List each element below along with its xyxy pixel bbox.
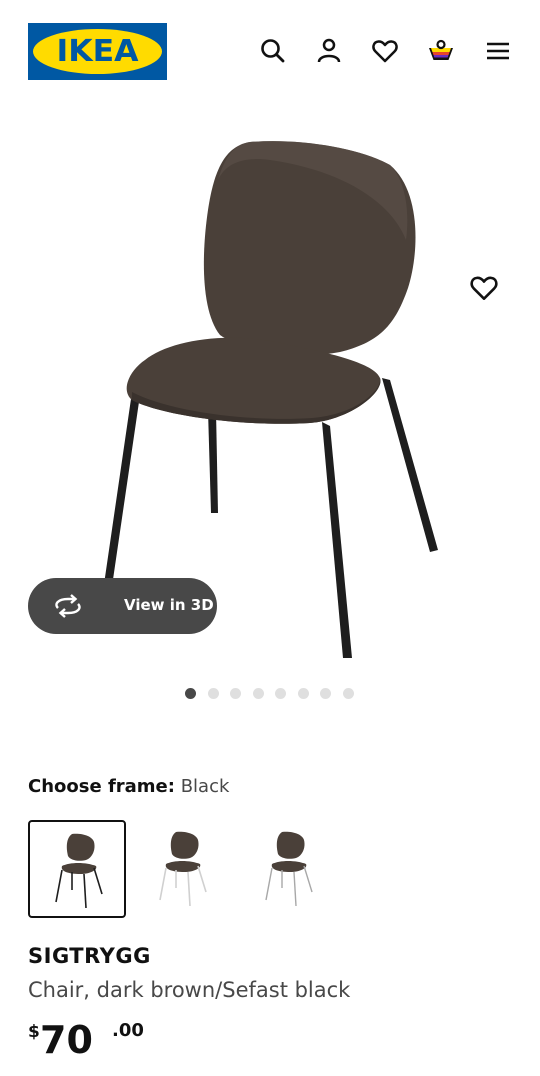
price-decimal: .00: [112, 1020, 144, 1041]
thumb-chrome-chair: [265, 831, 313, 907]
profile-icon[interactable]: [314, 36, 344, 66]
product-description: Chair, dark brown/Sefast black: [28, 978, 351, 1002]
image-pagination: [185, 688, 365, 700]
product-name: SIGTRYGG: [28, 944, 151, 968]
price-integer: 70: [40, 1018, 93, 1062]
ikea-logo[interactable]: IKEA: [28, 23, 167, 80]
frame-option-white[interactable]: [134, 820, 232, 918]
thumb-white-chair: [159, 831, 207, 907]
pagination-dot-8[interactable]: [342, 688, 354, 699]
frame-option-chrome[interactable]: [240, 820, 338, 918]
add-to-favourites-icon[interactable]: [468, 272, 500, 304]
pagination-dot-7[interactable]: [320, 688, 331, 699]
cart-icon[interactable]: [426, 36, 456, 66]
choose-frame-key: Choose frame:: [28, 776, 175, 797]
pagination-dot-6[interactable]: [297, 688, 309, 699]
choose-frame-value: Black: [180, 776, 230, 797]
pagination-dot-5[interactable]: [275, 688, 286, 699]
frame-chooser-label: Choose frame: Black: [28, 776, 229, 797]
favourites-icon[interactable]: [370, 36, 400, 66]
frame-options: [28, 820, 348, 918]
rotate-3d-icon: [52, 594, 84, 618]
menu-icon[interactable]: [483, 36, 513, 66]
top-header: IKEA: [0, 0, 540, 100]
frame-option-black[interactable]: [28, 820, 126, 918]
thumb-black-chair: [55, 833, 103, 909]
pagination-dot-4[interactable]: [252, 688, 264, 699]
pagination-dot-3[interactable]: [230, 688, 241, 699]
view-in-3d-label: View in 3D: [124, 596, 214, 614]
product-page: IKEA View in 3D Choose frame: Black SIGT…: [0, 0, 540, 1076]
pagination-dot-2[interactable]: [207, 688, 219, 699]
price-currency: $: [28, 1022, 40, 1042]
view-in-3d-button[interactable]: View in 3D: [28, 578, 217, 634]
logo-text: IKEA: [56, 34, 139, 69]
pagination-dot-1[interactable]: [185, 688, 196, 699]
search-icon[interactable]: [258, 36, 288, 66]
